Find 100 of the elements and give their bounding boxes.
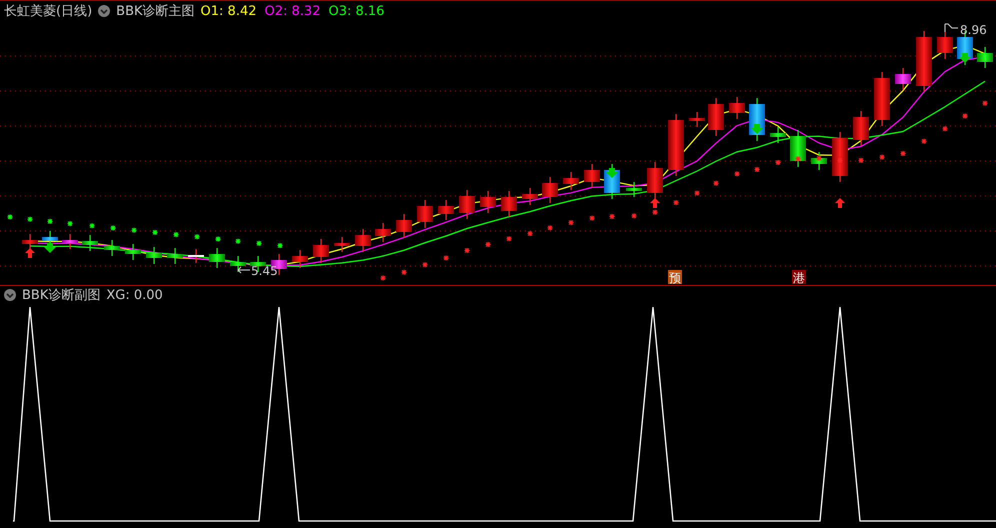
leader-line xyxy=(238,266,250,274)
star-marker xyxy=(173,232,179,238)
candlestick xyxy=(438,200,454,220)
signal-badge: 港 xyxy=(792,270,806,285)
star-marker xyxy=(506,236,512,242)
candlestick xyxy=(832,132,848,182)
candlestick xyxy=(480,190,496,214)
candlestick xyxy=(417,200,433,228)
down-arrow-icon xyxy=(751,124,763,134)
star-marker xyxy=(89,222,95,229)
candlestick xyxy=(146,246,162,264)
candlestick xyxy=(209,248,225,268)
up-arrow-icon xyxy=(25,248,35,258)
series-value: O2: 8.32 xyxy=(264,4,320,18)
up-arrow-icon xyxy=(835,198,845,208)
down-arrow-icon xyxy=(44,243,56,253)
signal-badge: 预 xyxy=(668,270,682,285)
candlestick xyxy=(729,96,745,120)
star-marker xyxy=(982,100,988,106)
star-marker xyxy=(673,200,679,206)
candlestick xyxy=(542,176,558,204)
star-marker xyxy=(962,113,968,119)
leader-line xyxy=(944,24,958,32)
candlestick xyxy=(790,130,806,168)
star-marker xyxy=(900,150,906,156)
candlestick xyxy=(313,238,329,264)
star-marker xyxy=(858,157,864,164)
candlestick xyxy=(104,240,120,256)
indicator-reading: XG: 0.00 xyxy=(106,288,163,302)
star-marker xyxy=(921,138,927,144)
star-marker xyxy=(775,160,781,166)
star-marker xyxy=(256,240,262,246)
star-marker xyxy=(942,126,948,132)
star-marker xyxy=(547,224,553,231)
chevron-icon[interactable] xyxy=(4,289,16,301)
candlestick xyxy=(708,98,724,136)
candlestick xyxy=(396,214,412,238)
star-marker xyxy=(464,248,470,254)
star-marker xyxy=(837,158,843,164)
star-marker xyxy=(754,166,760,172)
series-value: O1: 8.42 xyxy=(200,4,256,18)
candlestick xyxy=(292,250,308,268)
candlestick xyxy=(82,234,98,252)
star-marker xyxy=(734,170,740,177)
candlestick xyxy=(874,72,890,126)
stock-title: 长虹美菱(日线) xyxy=(4,3,92,20)
star-marker xyxy=(401,269,407,276)
star-marker xyxy=(380,275,386,281)
candlestick xyxy=(770,126,786,144)
up-arrow-icon xyxy=(650,198,660,208)
indicator-name: BBK诊断副图 xyxy=(22,287,100,304)
star-marker xyxy=(235,238,241,244)
candlestick xyxy=(355,228,371,252)
star-marker xyxy=(589,215,595,222)
candlestick xyxy=(230,256,246,272)
star-marker xyxy=(694,190,700,196)
candlestick xyxy=(334,236,350,252)
indicator-name: BBK诊断主图 xyxy=(116,3,195,20)
series-value: O3: 8.16 xyxy=(328,4,384,18)
candlestick xyxy=(501,190,517,218)
star-marker xyxy=(215,236,221,242)
star-marker xyxy=(422,262,428,268)
candlestick xyxy=(522,188,538,206)
candlestick xyxy=(937,30,953,60)
star-marker xyxy=(527,230,533,237)
star-marker xyxy=(47,218,53,224)
star-marker xyxy=(485,242,491,248)
chevron-icon[interactable] xyxy=(98,5,110,17)
star-marker xyxy=(131,227,137,234)
candlestick xyxy=(22,234,38,250)
candlestick xyxy=(188,248,204,264)
star-marker xyxy=(27,216,33,222)
candlestick xyxy=(853,110,869,146)
star-marker xyxy=(110,225,116,231)
candlestick xyxy=(689,112,705,128)
candlestick xyxy=(167,248,183,264)
star-marker xyxy=(7,214,13,220)
star-marker xyxy=(879,154,885,160)
star-marker xyxy=(67,220,73,227)
star-marker xyxy=(152,229,158,236)
high-price-label: 8.96 xyxy=(960,23,987,37)
star-marker xyxy=(631,212,637,219)
down-arrow-icon xyxy=(606,168,618,178)
low-price-label: 5.45 xyxy=(251,264,278,278)
star-marker xyxy=(795,156,801,162)
candlestick xyxy=(375,222,391,242)
candlestick xyxy=(916,30,932,92)
candlestick xyxy=(977,46,993,68)
star-marker xyxy=(713,180,719,186)
candlestick xyxy=(125,244,141,260)
candlestick xyxy=(626,182,642,198)
candlestick xyxy=(811,152,827,170)
candlestick xyxy=(647,162,663,200)
star-marker xyxy=(277,242,283,249)
down-arrow-icon xyxy=(959,53,971,63)
candlestick xyxy=(563,172,579,190)
candlestick xyxy=(459,190,475,220)
candlestick xyxy=(668,114,684,176)
star-marker xyxy=(609,214,615,220)
star-marker xyxy=(568,220,574,226)
